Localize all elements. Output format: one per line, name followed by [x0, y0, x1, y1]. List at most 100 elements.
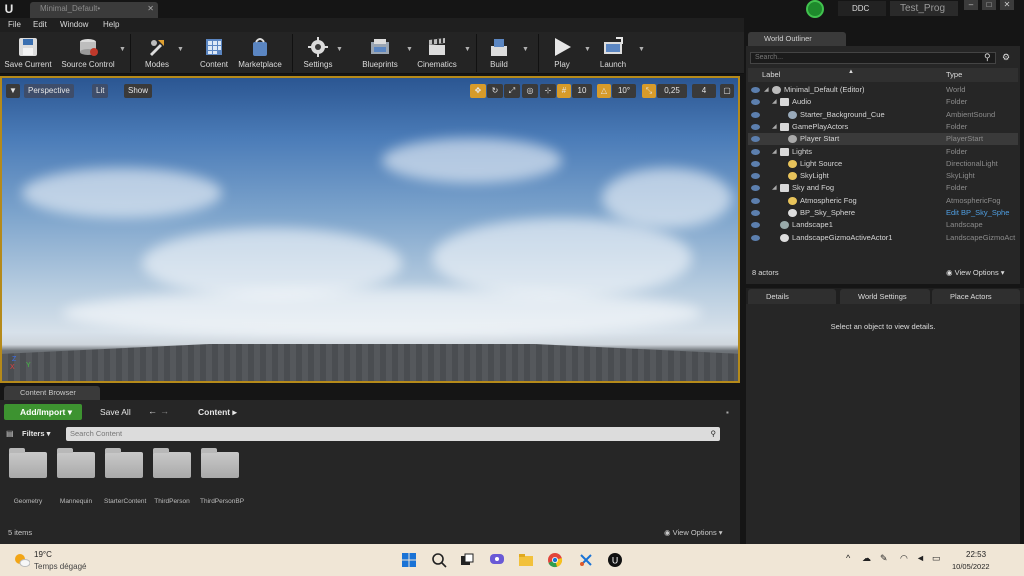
close-tab-icon[interactable]: ✕	[147, 2, 154, 16]
visibility-eye-icon[interactable]	[751, 210, 760, 216]
expand-arrow-icon[interactable]: ◢	[772, 96, 777, 108]
task-view-icon[interactable]	[459, 552, 475, 568]
grid-snap-value[interactable]: 10	[572, 84, 592, 98]
add-import-button[interactable]: Add/Import ▾	[4, 404, 82, 420]
visibility-eye-icon[interactable]	[751, 136, 760, 143]
content-search-input[interactable]: Search Content ⚲	[66, 427, 720, 441]
settings-dropdown-icon[interactable]: ▼	[336, 46, 343, 53]
content-browser-tab[interactable]: Content Browser	[4, 386, 100, 400]
source-control-status-icon[interactable]	[806, 0, 824, 18]
outliner-settings-icon[interactable]: ⚙	[1002, 52, 1010, 63]
weather-description[interactable]: Temps dégagé	[34, 562, 86, 571]
visibility-eye-icon[interactable]	[751, 87, 760, 93]
visibility-eye-icon[interactable]	[751, 222, 760, 229]
back-arrow-icon[interactable]: ←	[148, 406, 157, 416]
snipping-tool-icon[interactable]	[578, 552, 594, 568]
menu-file[interactable]: File	[8, 18, 21, 32]
content-path-breadcrumb[interactable]: Content ▸	[198, 404, 237, 420]
outliner-view-options-button[interactable]: ◉ View Options ▾	[946, 268, 1005, 277]
rotation-snap-icon[interactable]: △	[597, 84, 611, 98]
blueprints-button[interactable]: Blueprints	[356, 32, 404, 74]
menu-help[interactable]: Help	[103, 18, 119, 32]
visibility-eye-icon[interactable]	[751, 185, 760, 192]
launch-dropdown-icon[interactable]: ▼	[638, 46, 645, 53]
show-button[interactable]: Show	[124, 84, 153, 98]
perspective-button[interactable]: Perspective	[24, 84, 74, 98]
unreal-engine-taskbar-icon[interactable]: U	[607, 552, 623, 568]
save-current-button[interactable]: Save Current	[2, 32, 54, 74]
chat-icon[interactable]	[489, 552, 505, 568]
outliner-row[interactable]: BP_Sky_Sphere Edit BP_Sky_Sphe	[748, 207, 1018, 219]
maximize-button[interactable]: □	[982, 0, 996, 10]
volume-icon[interactable]: ◄	[916, 553, 925, 563]
outliner-row[interactable]: Starter_Background_Cue AmbientSound	[748, 109, 1018, 121]
menu-window[interactable]: Window	[60, 18, 88, 32]
modes-dropdown-icon[interactable]: ▼	[177, 46, 184, 53]
play-dropdown-icon[interactable]: ▼	[584, 46, 591, 53]
tab-details[interactable]: Details	[748, 289, 836, 304]
outliner-row[interactable]: LandscapeGizmoActiveActor1 LandscapeGizmo…	[748, 232, 1018, 244]
build-dropdown-icon[interactable]: ▼	[522, 46, 529, 53]
build-button[interactable]: Build	[482, 32, 516, 74]
folder-item[interactable]: ThirdPersonBP	[200, 448, 244, 505]
level-viewport[interactable]: ▼ Perspective Lit Show ✥ ↻ ⤢ ◎ ⊹ # 10 △ …	[0, 76, 740, 383]
pen-icon[interactable]: ✎	[880, 553, 888, 564]
type-column-header[interactable]: Type	[946, 68, 962, 82]
content-view-options-button[interactable]: ◉ View Options ▾	[664, 528, 723, 537]
camera-speed-value[interactable]: 4	[692, 84, 716, 98]
outliner-row[interactable]: SkyLight SkyLight	[748, 170, 1018, 182]
document-tab[interactable]: Minimal_Default• ✕	[30, 2, 158, 18]
weather-temperature[interactable]: 19°C	[34, 550, 52, 559]
launch-button[interactable]: Launch	[596, 32, 630, 74]
visibility-eye-icon[interactable]	[751, 234, 760, 241]
edit-blueprint-link[interactable]: Edit BP_Sky_Sphe	[946, 207, 1009, 219]
blueprints-dropdown-icon[interactable]: ▼	[406, 46, 413, 53]
wifi-icon[interactable]: ◠	[900, 553, 908, 564]
visibility-eye-icon[interactable]	[751, 111, 760, 118]
lock-icon[interactable]: ▪	[726, 408, 729, 417]
save-all-button[interactable]: Save All	[88, 404, 131, 420]
outliner-row[interactable]: ◢ Lights Folder	[748, 146, 1018, 158]
folder-item[interactable]: ThirdPerson	[152, 448, 192, 505]
battery-icon[interactable]: ▭	[932, 553, 941, 564]
modes-button[interactable]: Modes	[138, 32, 176, 74]
cinematics-button[interactable]: Cinematics	[414, 32, 460, 74]
visibility-eye-icon[interactable]	[751, 99, 760, 106]
folder-item[interactable]: Mannequin	[56, 448, 96, 505]
visibility-eye-icon[interactable]	[751, 160, 760, 167]
scale-snap-icon[interactable]: ⤡	[642, 84, 656, 98]
content-button[interactable]: Content	[196, 32, 232, 74]
close-window-button[interactable]: ✕	[1000, 0, 1014, 10]
visibility-eye-icon[interactable]	[751, 173, 760, 180]
surface-snap-icon[interactable]: ⊹	[540, 84, 556, 98]
clock-time[interactable]: 22:53	[966, 550, 986, 559]
visibility-eye-icon[interactable]	[751, 123, 760, 130]
world-outliner-tab[interactable]: World Outliner	[748, 32, 846, 46]
tab-place-actors[interactable]: Place Actors	[932, 289, 1020, 304]
outliner-row[interactable]: Light Source DirectionalLight	[748, 158, 1018, 170]
expand-arrow-icon[interactable]: ◢	[764, 84, 769, 96]
expand-arrow-icon[interactable]: ◢	[772, 121, 777, 133]
grid-snap-icon[interactable]: #	[557, 84, 571, 98]
visibility-eye-icon[interactable]	[751, 197, 760, 204]
source-control-dropdown-icon[interactable]: ▼	[119, 46, 126, 53]
outliner-search-input[interactable]: Search...	[750, 52, 996, 64]
tab-world-settings[interactable]: World Settings	[840, 289, 930, 304]
settings-button[interactable]: Settings	[298, 32, 338, 74]
folder-item[interactable]: StarterContent	[104, 448, 146, 505]
search-icon[interactable]	[431, 552, 447, 568]
folder-item[interactable]: Geometry	[8, 448, 48, 505]
clock-date[interactable]: 10/05/2022	[952, 562, 990, 571]
scale-mode-icon[interactable]: ⤢	[504, 84, 520, 98]
outliner-row[interactable]: ◢ Minimal_Default (Editor) World	[748, 84, 1018, 96]
cloud-icon[interactable]: ☁	[862, 553, 871, 564]
sources-toggle-icon[interactable]: ▤	[6, 429, 14, 438]
rotation-snap-value[interactable]: 10°	[612, 84, 636, 98]
scale-snap-value[interactable]: 0,25	[657, 84, 687, 98]
visibility-eye-icon[interactable]	[751, 148, 760, 155]
cinematics-dropdown-icon[interactable]: ▼	[464, 46, 471, 53]
marketplace-button[interactable]: Marketplace	[236, 32, 284, 74]
translate-mode-icon[interactable]: ✥	[470, 84, 486, 98]
expand-arrow-icon[interactable]: ◢	[772, 146, 777, 158]
ddc-indicator[interactable]: DDC	[838, 1, 886, 16]
